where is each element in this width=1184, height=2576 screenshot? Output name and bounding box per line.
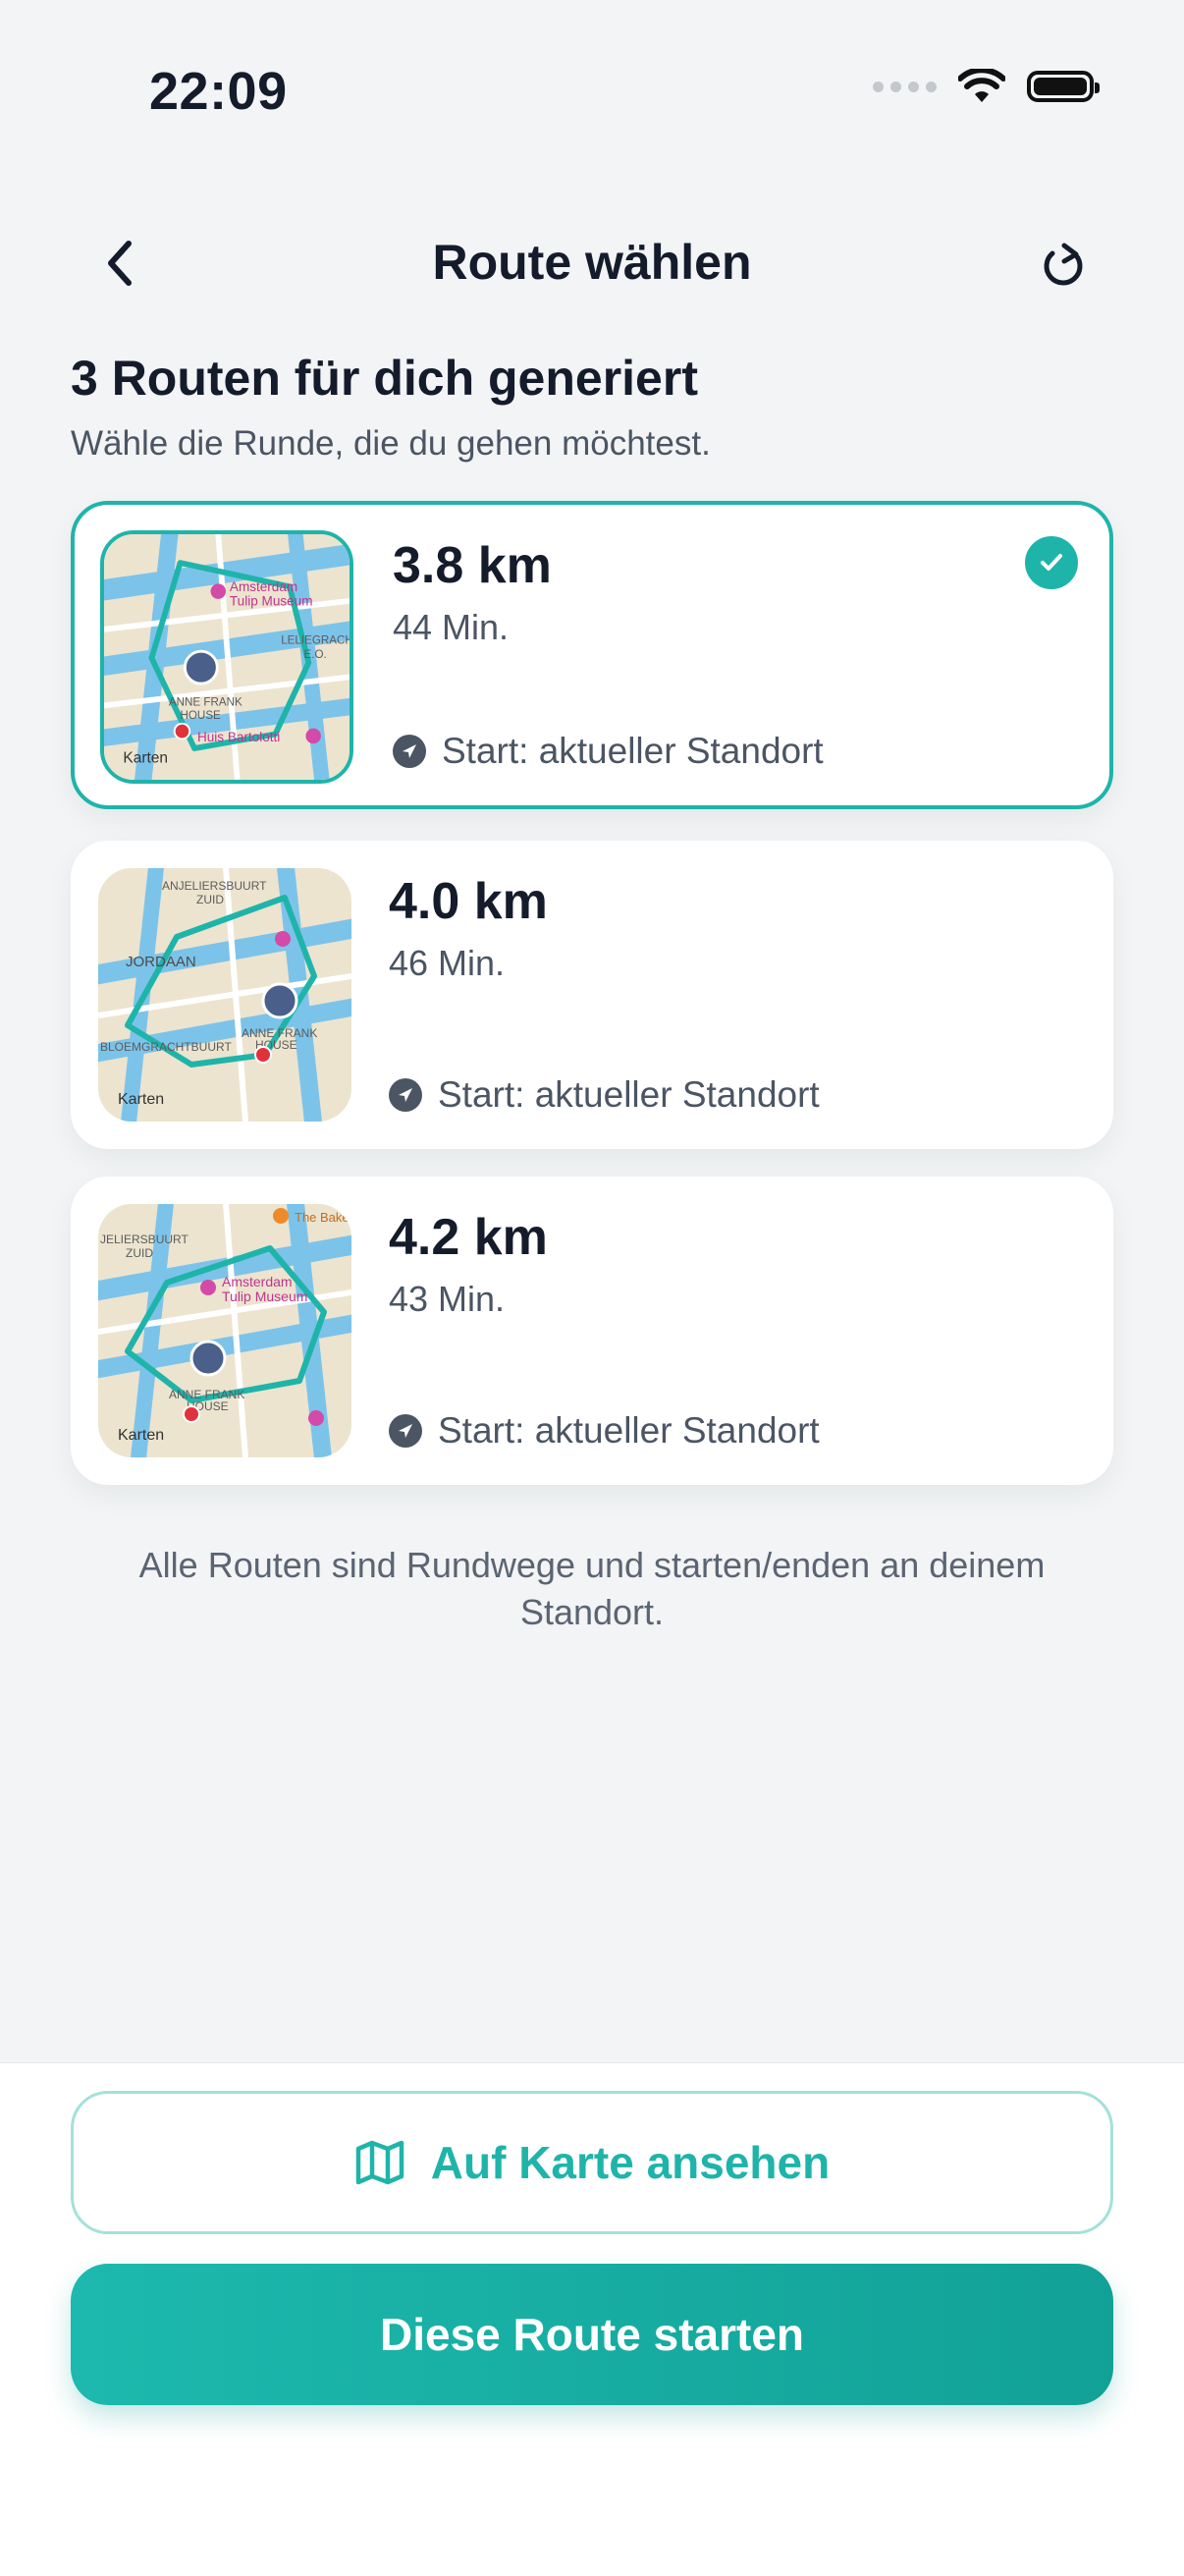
route-card-3[interactable]: JELIERSBUURT ZUID Amsterdam Tulip Museum… <box>71 1177 1113 1485</box>
map-label: ANNE FRANK <box>169 695 242 708</box>
start-route-label: Diese Route starten <box>379 2309 804 2360</box>
location-arrow-icon <box>389 1414 422 1448</box>
route-start: Start: aktueller Standort <box>389 1074 820 1116</box>
wifi-icon <box>958 69 1005 102</box>
route-start-label: Start: aktueller Standort <box>442 731 824 771</box>
map-label: The Bakery <box>295 1210 351 1225</box>
map-label: Amsterdam <box>230 579 297 594</box>
route-start-label: Start: aktueller Standort <box>438 1074 820 1115</box>
map-label: Karten <box>118 1427 164 1444</box>
view-on-map-label: Auf Karte ansehen <box>430 2137 831 2188</box>
map-label: HOUSE <box>181 709 222 722</box>
map-label: Tulip Museum <box>222 1288 307 1304</box>
map-label: Karten <box>123 750 168 767</box>
route-distance: 4.0 km <box>389 873 548 930</box>
map-label: Amsterdam <box>222 1274 293 1289</box>
map-label: JELIERSBUURT <box>100 1233 188 1246</box>
route-start: Start: aktueller Standort <box>393 731 824 772</box>
route-map-thumbnail: JELIERSBUURT ZUID Amsterdam Tulip Museum… <box>98 1204 351 1457</box>
map-label: Karten <box>118 1091 164 1108</box>
route-duration: 46 Min. <box>389 943 506 983</box>
route-distance: 4.2 km <box>389 1209 548 1266</box>
battery-icon <box>1027 71 1100 102</box>
refresh-icon <box>1044 243 1083 286</box>
route-start: Start: aktueller Standort <box>389 1410 820 1452</box>
page-title: Route wählen <box>432 235 752 290</box>
map-label: LELIEGRACHT <box>281 633 350 646</box>
route-card-1[interactable]: Amsterdam Tulip Museum LELIEGRACHT E.O. … <box>71 501 1113 809</box>
map-label: Tulip Museum <box>230 594 313 609</box>
route-map-thumbnail: Amsterdam Tulip Museum LELIEGRACHT E.O. … <box>100 530 353 784</box>
routes-footnote: Alle Routen sind Rundwege und starten/en… <box>138 1545 1046 1632</box>
bottom-action-bar: Auf Karte ansehen Diese Route starten <box>0 2062 1184 2576</box>
cellular-signal-icon <box>873 81 937 92</box>
map-icon <box>355 2140 404 2185</box>
route-duration: 43 Min. <box>389 1279 506 1319</box>
start-route-button[interactable]: Diese Route starten <box>71 2264 1113 2405</box>
routes-headline: 3 Routen für dich generiert <box>71 351 698 406</box>
routes-subline: Wähle die Runde, die du gehen möchtest. <box>71 424 711 463</box>
map-label: BLOEMGRACHTBUURT <box>100 1040 232 1054</box>
map-label: ZUID <box>196 893 224 906</box>
route-map-thumbnail: ANJELIERSBUURT ZUID JORDAAN ANNE FRANK H… <box>98 868 351 1122</box>
map-label: Huis Bartolotti <box>197 730 280 744</box>
navigation-bar: Route wählen <box>0 216 1184 304</box>
map-label: E.O. <box>303 648 326 661</box>
route-start-label: Start: aktueller Standort <box>438 1410 820 1451</box>
status-icons <box>873 69 1100 104</box>
map-label: ZUID <box>126 1246 153 1260</box>
view-on-map-button[interactable]: Auf Karte ansehen <box>71 2091 1113 2234</box>
status-time: 22:09 <box>149 62 288 121</box>
map-label: JORDAAN <box>126 954 196 970</box>
location-arrow-icon <box>389 1078 422 1112</box>
route-distance: 3.8 km <box>393 537 552 594</box>
refresh-button[interactable] <box>1033 236 1094 297</box>
selected-check-icon <box>1025 536 1078 589</box>
map-label: ANJELIERSBUURT <box>162 879 267 893</box>
route-duration: 44 Min. <box>393 607 510 647</box>
location-arrow-icon <box>393 735 426 768</box>
route-card-2[interactable]: ANJELIERSBUURT ZUID JORDAAN ANNE FRANK H… <box>71 841 1113 1149</box>
